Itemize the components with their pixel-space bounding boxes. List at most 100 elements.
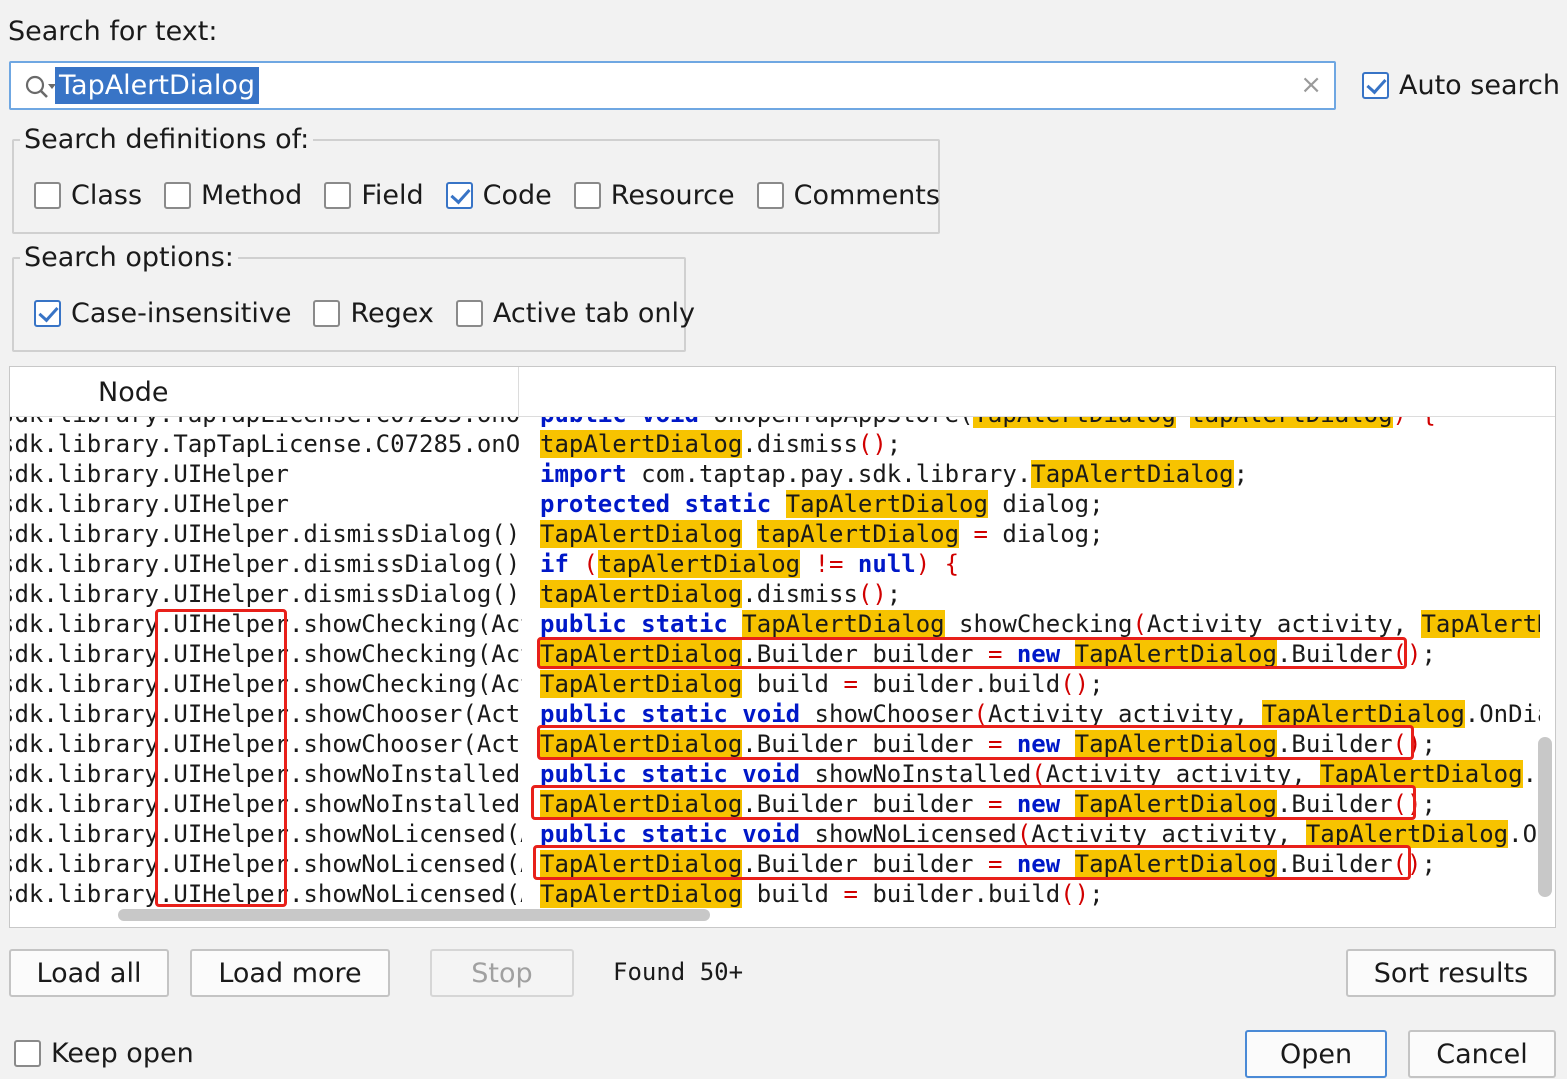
- code-cell: public static TapAlertDialog showCheckin…: [540, 609, 1540, 639]
- checkbox-icon[interactable]: [164, 182, 192, 209]
- column-divider[interactable]: [518, 367, 519, 417]
- code-token: (): [857, 580, 887, 608]
- checkbox-icon[interactable]: [455, 300, 483, 327]
- code-token: Activity activity,: [1031, 820, 1306, 848]
- option-label: Case-insensitive: [71, 298, 292, 329]
- code-cell: tapAlertDialog.dismiss();: [540, 579, 1540, 609]
- table-row[interactable]: sdk.library.UIHelper.dismissDialog() v ta…: [10, 579, 1535, 609]
- code-token: ;: [1233, 460, 1249, 488]
- code-token: TapAlertDialog: [1320, 760, 1523, 788]
- stop-button[interactable]: Stop: [430, 949, 574, 997]
- option-active-tab-only[interactable]: Active tab only: [455, 298, 695, 329]
- auto-search-checkbox[interactable]: Auto search: [1362, 70, 1560, 101]
- checkbox-icon[interactable]: [1362, 72, 1389, 99]
- keep-open-label: Keep open: [51, 1038, 194, 1069]
- code-token: public static void: [540, 700, 801, 728]
- annotation-box-builder-3: [531, 785, 1416, 820]
- sort-results-button[interactable]: Sort results: [1346, 949, 1556, 997]
- open-button[interactable]: Open: [1245, 1030, 1387, 1078]
- option-code[interactable]: Code: [445, 180, 552, 211]
- search-options-list: Case-insensitive Regex Active tab only: [34, 298, 695, 329]
- code-token: public static void: [540, 820, 801, 848]
- node-cell: sdk.library.UIHelper.dismissDialog() v: [9, 580, 522, 608]
- close-icon[interactable]: ×: [1300, 70, 1322, 100]
- node-cell: sdk.library.TapTapLicense.C07285.onOpe: [9, 430, 522, 458]
- table-row[interactable]: sdk.library.UIHelper import com.taptap.pa…: [10, 459, 1535, 489]
- option-comments[interactable]: Comments: [756, 180, 940, 211]
- table-row[interactable]: sdk.library.TapTapLicense.C07285.onOpe ta…: [10, 429, 1535, 459]
- option-class[interactable]: Class: [34, 180, 142, 211]
- code-token: ;: [1089, 880, 1104, 908]
- code-token: build: [742, 880, 844, 908]
- code-token: protected static: [540, 490, 772, 518]
- horizontal-scrollbar[interactable]: [118, 909, 710, 921]
- column-header-node[interactable]: Node: [98, 377, 168, 408]
- code-token: TapAlertDialog: [540, 670, 743, 698]
- code-token: TapAlertDialog: [1031, 460, 1234, 488]
- code-token: public static: [540, 610, 728, 638]
- code-token: (: [1016, 820, 1032, 848]
- code-token: public static void: [540, 760, 801, 788]
- auto-search-label: Auto search: [1399, 70, 1560, 101]
- option-label: Code: [482, 180, 552, 211]
- found-count: Found 50+: [613, 958, 744, 986]
- option-resource[interactable]: Resource: [573, 180, 735, 211]
- search-input-value[interactable]: TapAlertDialog: [55, 67, 259, 104]
- code-token: showChecking: [944, 610, 1133, 638]
- node-cell: sdk.library.UIHelper.dismissDialog() v: [9, 520, 522, 548]
- table-row[interactable]: sdk.library.UIHelper.dismissDialog() v if…: [10, 549, 1535, 579]
- checkbox-icon[interactable]: [445, 182, 473, 209]
- option-field[interactable]: Field: [324, 180, 424, 211]
- load-all-button[interactable]: Load all: [9, 949, 169, 997]
- code-token: dialog;: [987, 490, 1104, 518]
- option-case-insensitive[interactable]: Case-insensitive: [34, 298, 291, 329]
- cancel-button[interactable]: Cancel: [1408, 1030, 1556, 1078]
- code-token: .OnDialogListener: [1508, 820, 1540, 848]
- code-cell: tapAlertDialog.dismiss();: [540, 429, 1540, 459]
- code-token: ;: [1421, 730, 1436, 758]
- annotation-box-builder-1: [537, 637, 1407, 669]
- checkbox-icon[interactable]: [324, 182, 352, 209]
- code-token: !=: [814, 550, 844, 578]
- code-token: showNoLicensed: [800, 820, 1017, 848]
- checkbox-icon[interactable]: [573, 182, 601, 209]
- table-row[interactable]: sdk.library.UIHelper.dismissDialog() v Ta…: [10, 519, 1535, 549]
- search-definitions-title: Search definitions of:: [20, 124, 314, 155]
- search-icon[interactable]: [23, 73, 57, 101]
- code-cell: protected static TapAlertDialog dialog;: [540, 489, 1540, 519]
- definitions-options: Class Method Field Code Resource Comment…: [34, 180, 940, 211]
- checkbox-icon[interactable]: [756, 182, 784, 209]
- code-token: tapAlertDialog: [540, 580, 743, 608]
- code-token: TapAlertDialog: [1421, 610, 1540, 638]
- load-more-button[interactable]: Load more: [190, 949, 390, 997]
- option-label: Comments: [793, 180, 940, 211]
- option-method[interactable]: Method: [164, 180, 302, 211]
- node-cell: sdk.library.UIHelper: [9, 490, 289, 518]
- checkbox-icon[interactable]: [14, 1040, 41, 1067]
- code-token: (): [1060, 670, 1090, 698]
- code-token: =: [973, 520, 988, 548]
- code-token: (: [973, 700, 988, 728]
- code-token: TapAlertDialog: [540, 880, 743, 908]
- keep-open-checkbox[interactable]: Keep open: [14, 1038, 194, 1069]
- code-token: ;: [886, 580, 902, 608]
- code-token: builder.build: [857, 880, 1061, 908]
- code-token: com.taptap.pay.sdk.library.: [626, 460, 1032, 488]
- search-options-title: Search options:: [20, 242, 238, 273]
- checkbox-icon[interactable]: [34, 182, 61, 209]
- code-cell: TapAlertDialog build = builder.build();: [540, 879, 1540, 909]
- search-input[interactable]: TapAlertDialog ×: [9, 61, 1336, 110]
- code-cell: TapAlertDialog build = builder.build();: [540, 669, 1540, 699]
- annotation-box-builder-4: [533, 845, 1411, 880]
- vertical-scrollbar[interactable]: [1538, 737, 1552, 897]
- node-cell: sdk.library.UIHelper.dismissDialog() v: [9, 550, 522, 578]
- code-token: ;: [1421, 640, 1436, 668]
- checkbox-icon[interactable]: [34, 300, 61, 327]
- code-token: build: [742, 670, 844, 698]
- option-label: Resource: [610, 180, 735, 211]
- table-row[interactable]: sdk.library.UIHelper protected static Tap…: [10, 489, 1535, 519]
- checkbox-icon[interactable]: [313, 300, 341, 327]
- option-regex[interactable]: Regex: [313, 298, 434, 329]
